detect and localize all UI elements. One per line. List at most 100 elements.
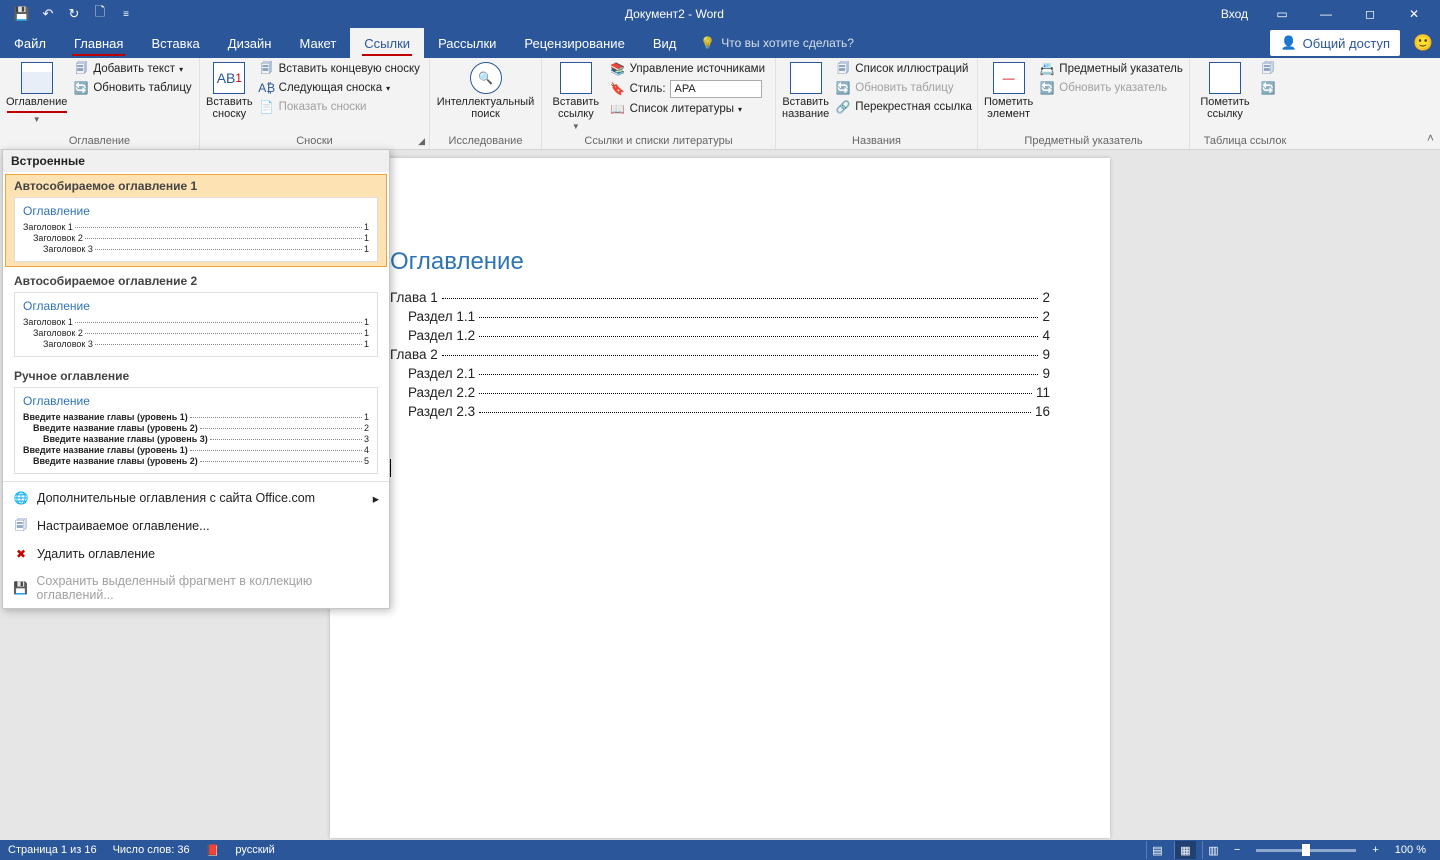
tab-file[interactable]: Файл (0, 28, 60, 58)
zoom-in-icon[interactable]: + (1368, 844, 1382, 856)
status-bar: Страница 1 из 16 Число слов: 36 📕 русски… (0, 840, 1440, 860)
print-layout-icon[interactable]: ▦ (1174, 841, 1196, 859)
page[interactable]: Оглавление Глава 12 Раздел 1.12 Раздел 1.2… (330, 158, 1110, 838)
toc-entry[interactable]: Раздел 2.19 (390, 366, 1050, 381)
insert-endnote-button[interactable]: 🗐Вставить концевую сноску (255, 60, 424, 78)
tab-review[interactable]: Рецензирование (510, 28, 638, 58)
update-table-button[interactable]: 🔄Обновить таблицу (69, 79, 195, 97)
style-combobox[interactable]: APA (670, 80, 762, 98)
insert-citation-button[interactable]: Вставить ссылку ▼ (548, 60, 604, 131)
maximize-icon[interactable]: ◻ (1350, 0, 1390, 28)
tell-me[interactable]: 💡Что вы хотите сделать? (700, 28, 854, 58)
new-doc-icon[interactable]: 🗋 (88, 2, 112, 26)
add-text-button[interactable]: 🗐Добавить текст ▾ (69, 60, 195, 78)
toa-icon: 🗐 (1260, 61, 1276, 77)
index-icon: 📇 (1039, 61, 1055, 77)
toc-preview: Оглавление Заголовок 11 Заголовок 21 Заг… (14, 197, 378, 262)
manage-icon: 📚 (610, 61, 626, 77)
bibliography-button[interactable]: 📖Список литературы ▾ (606, 100, 769, 118)
spellcheck-icon[interactable]: 📕 (206, 844, 220, 857)
language-status[interactable]: русский (235, 844, 274, 856)
toc-gallery-dropdown: Встроенные Автособираемое оглавление 1 О… (2, 149, 390, 609)
update-toa-button[interactable]: 🔄 (1256, 79, 1280, 97)
toc-preview: Оглавление Заголовок 11 Заголовок 21 Заг… (14, 292, 378, 357)
update-index-button[interactable]: 🔄Обновить указатель (1035, 79, 1187, 97)
manage-sources-button[interactable]: 📚Управление источниками (606, 60, 769, 78)
citation-style[interactable]: 🔖Стиль: APA (606, 79, 769, 99)
tof-icon: 🗐 (835, 61, 851, 77)
caption-icon (790, 62, 822, 94)
group-label-toc: Оглавление (6, 135, 193, 149)
group-label-index: Предметный указатель (984, 135, 1183, 149)
toc-button[interactable]: Оглавление ▼ (6, 60, 67, 124)
tab-references[interactable]: Ссылки (350, 28, 424, 58)
tab-home[interactable]: Главная (60, 28, 137, 58)
redo-icon[interactable]: ↻ (62, 2, 86, 26)
mark-citation-button[interactable]: Пометить ссылку (1196, 60, 1254, 120)
minimize-icon[interactable]: — (1306, 0, 1346, 28)
collapse-ribbon-icon[interactable]: ˄ (1427, 131, 1434, 145)
toc-entry[interactable]: Раздел 1.24 (390, 328, 1050, 343)
read-mode-icon[interactable]: ▤ (1146, 841, 1168, 859)
tab-view[interactable]: Вид (639, 28, 691, 58)
qat-customize-icon[interactable]: ≡ (114, 2, 138, 26)
update-tof-button[interactable]: 🔄Обновить таблицу (831, 79, 976, 97)
toc-entry[interactable]: Раздел 1.12 (390, 309, 1050, 324)
page-number-status[interactable]: Страница 1 из 16 (8, 844, 97, 856)
undo-icon[interactable]: ↶ (36, 2, 60, 26)
chevron-down-icon: ▾ (738, 105, 742, 114)
tab-mailings[interactable]: Рассылки (424, 28, 510, 58)
save-gallery-icon: 💾 (13, 580, 28, 596)
toc-preview: Оглавление Введите название главы (урове… (14, 387, 378, 474)
mark-entry-button[interactable]: — Пометить элемент (984, 60, 1033, 120)
chevron-down-icon: ▼ (33, 115, 41, 124)
more-from-office-button[interactable]: 🌐Дополнительные оглавления с сайта Offic… (3, 484, 389, 512)
show-notes-icon: 📄 (259, 99, 275, 115)
word-count-status[interactable]: Число слов: 36 (113, 844, 190, 856)
toc-entry[interactable]: Раздел 2.316 (390, 404, 1050, 419)
mark-entry-icon: — (993, 62, 1025, 94)
web-layout-icon[interactable]: ▥ (1202, 841, 1224, 859)
next-footnote-button[interactable]: A₿Следующая сноска ▾ (255, 79, 424, 97)
remove-toc-button[interactable]: ✖Удалить оглавление (3, 540, 389, 568)
share-button[interactable]: 👤Общий доступ (1270, 30, 1400, 56)
gallery-item-auto2[interactable]: Автособираемое оглавление 2 Оглавление З… (5, 269, 387, 362)
toc-heading: Оглавление (390, 248, 1050, 276)
ribbon: Оглавление ▼ 🗐Добавить текст ▾ 🔄Обновить… (0, 58, 1440, 150)
close-icon[interactable]: ✕ (1394, 0, 1434, 28)
toc-entry[interactable]: Глава 12 (390, 290, 1050, 305)
chevron-right-icon: ▸ (373, 491, 379, 506)
globe-icon: 🌐 (13, 490, 29, 506)
mark-citation-icon (1209, 62, 1241, 94)
smart-lookup-button[interactable]: 🔍 Интеллектуальный поиск (436, 60, 535, 120)
gallery-item-auto1[interactable]: Автособираемое оглавление 1 Оглавление З… (5, 174, 387, 267)
share-icon: 👤 (1280, 35, 1296, 51)
tab-design[interactable]: Дизайн (214, 28, 286, 58)
cross-reference-button[interactable]: 🔗Перекрестная ссылка (831, 98, 976, 116)
toc-entry[interactable]: Раздел 2.211 (390, 385, 1050, 400)
sign-in-button[interactable]: Вход (1211, 0, 1258, 28)
insert-toa-button[interactable]: 🗐 (1256, 60, 1280, 78)
insert-footnote-button[interactable]: AB1 Вставить сноску (206, 60, 253, 120)
custom-toc-button[interactable]: 🗐Настраиваемое оглавление... (3, 512, 389, 540)
ribbon-display-icon[interactable]: ▭ (1262, 0, 1302, 28)
show-notes-button[interactable]: 📄Показать сноски (255, 98, 424, 116)
tab-layout[interactable]: Макет (285, 28, 350, 58)
insert-index-button[interactable]: 📇Предметный указатель (1035, 60, 1187, 78)
dialog-launcher-icon[interactable]: ◢ (418, 136, 425, 147)
tab-insert[interactable]: Вставка (137, 28, 213, 58)
chevron-down-icon: ▾ (386, 84, 390, 93)
biblio-icon: 📖 (610, 101, 626, 117)
insert-tof-button[interactable]: 🗐Список иллюстраций (831, 60, 976, 78)
gallery-item-manual[interactable]: Ручное оглавление Оглавление Введите наз… (5, 364, 387, 479)
insert-caption-button[interactable]: Вставить название (782, 60, 829, 120)
toc-entry[interactable]: Глава 29 (390, 347, 1050, 362)
feedback-icon[interactable]: 🙂 (1406, 33, 1440, 53)
group-label-research: Исследование (436, 135, 535, 149)
zoom-slider[interactable] (1256, 849, 1356, 852)
search-icon: 🔍 (470, 62, 502, 94)
zoom-level[interactable]: 100 % (1389, 844, 1432, 856)
chevron-down-icon: ▾ (179, 65, 183, 74)
save-icon[interactable]: 💾 (10, 2, 34, 26)
zoom-out-icon[interactable]: − (1230, 844, 1244, 856)
